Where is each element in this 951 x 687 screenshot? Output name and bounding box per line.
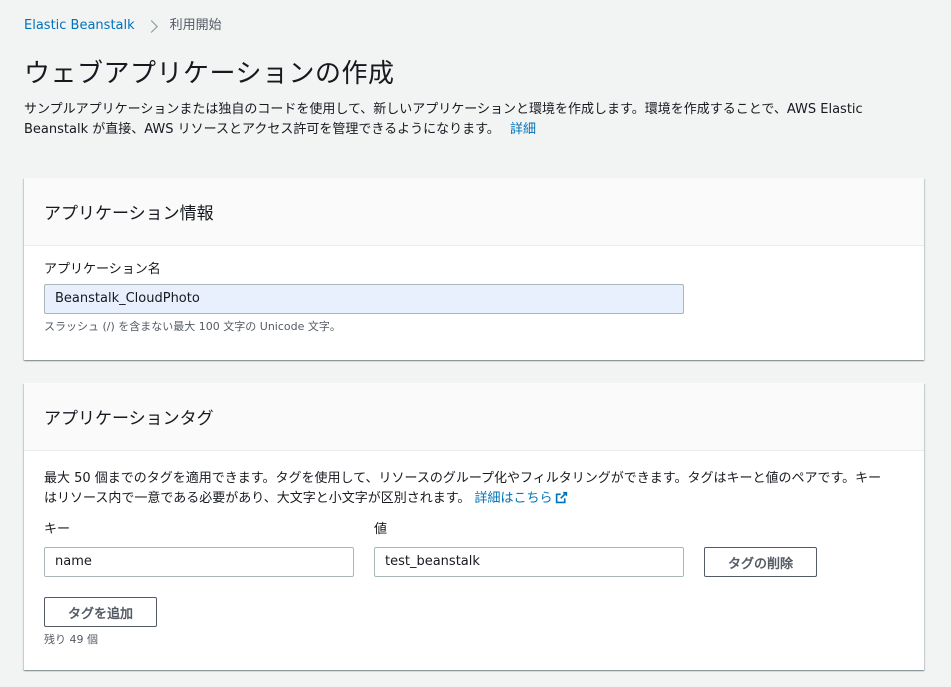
remove-tag-button[interactable]: タグの削除	[704, 547, 817, 577]
app-tags-panel: アプリケーションタグ 最大 50 個までのタグを適用できます。タグを使用して、リ…	[24, 383, 924, 670]
tag-value-label: 値	[374, 522, 388, 537]
details-link[interactable]: 詳細	[510, 122, 536, 137]
page: Elastic Beanstalk 利用開始 ウェブアプリケーションの作成 サン…	[0, 0, 951, 687]
add-tag-button[interactable]: タグを追加	[44, 597, 157, 627]
app-name-label: アプリケーション名	[44, 262, 161, 277]
tag-key-label: キー	[44, 522, 71, 537]
tags-details-link[interactable]: 詳細はこちら	[475, 491, 568, 506]
app-tags-panel-header: アプリケーションタグ	[24, 383, 924, 451]
external-link-icon	[555, 491, 567, 504]
page-title: ウェブアプリケーションの作成	[24, 59, 395, 89]
app-info-panel-header: アプリケーション情報	[24, 178, 924, 246]
app-info-panel-body: アプリケーション名 Beanstalk_CloudPhoto スラッシュ (/)…	[24, 246, 924, 355]
tag-editor: キー 値 name test_beanstalk タグの削除 タグを追加 残り …	[44, 515, 904, 646]
app-info-panel: アプリケーション情報 アプリケーション名 Beanstalk_CloudPhot…	[24, 178, 924, 360]
app-tags-description-text: 最大 50 個までのタグを適用できます。タグを使用して、リソースのグループ化やフ…	[44, 471, 882, 506]
app-tags-panel-body: 最大 50 個までのタグを適用できます。タグを使用して、リソースのグループ化やフ…	[24, 451, 924, 646]
tags-details-link-label: 詳細はこちら	[474, 491, 553, 506]
breadcrumb-current: 利用開始	[169, 18, 222, 33]
app-name-hint: スラッシュ (/) を含まない最大 100 文字の Unicode 文字。	[44, 320, 341, 333]
breadcrumb: Elastic Beanstalk 利用開始	[24, 16, 222, 36]
app-name-input[interactable]: Beanstalk_CloudPhoto	[44, 284, 684, 314]
chevron-right-icon	[144, 19, 158, 33]
breadcrumb-elastic-beanstalk[interactable]: Elastic Beanstalk	[24, 16, 135, 36]
tag-key-input[interactable]: name	[44, 547, 354, 577]
app-tags-title: アプリケーションタグ	[44, 409, 214, 429]
remaining-tags-count: 残り 49 個	[44, 633, 98, 646]
app-info-title: アプリケーション情報	[44, 204, 214, 224]
app-tags-description: 最大 50 個までのタグを適用できます。タグを使用して、リソースのグループ化やフ…	[44, 469, 889, 509]
tag-value-input[interactable]: test_beanstalk	[374, 547, 684, 577]
page-description: サンプルアプリケーションまたは独自のコードを使用して、新しいアプリケーションと環…	[24, 100, 929, 140]
page-description-text: サンプルアプリケーションまたは独自のコードを使用して、新しいアプリケーションと環…	[24, 102, 863, 137]
